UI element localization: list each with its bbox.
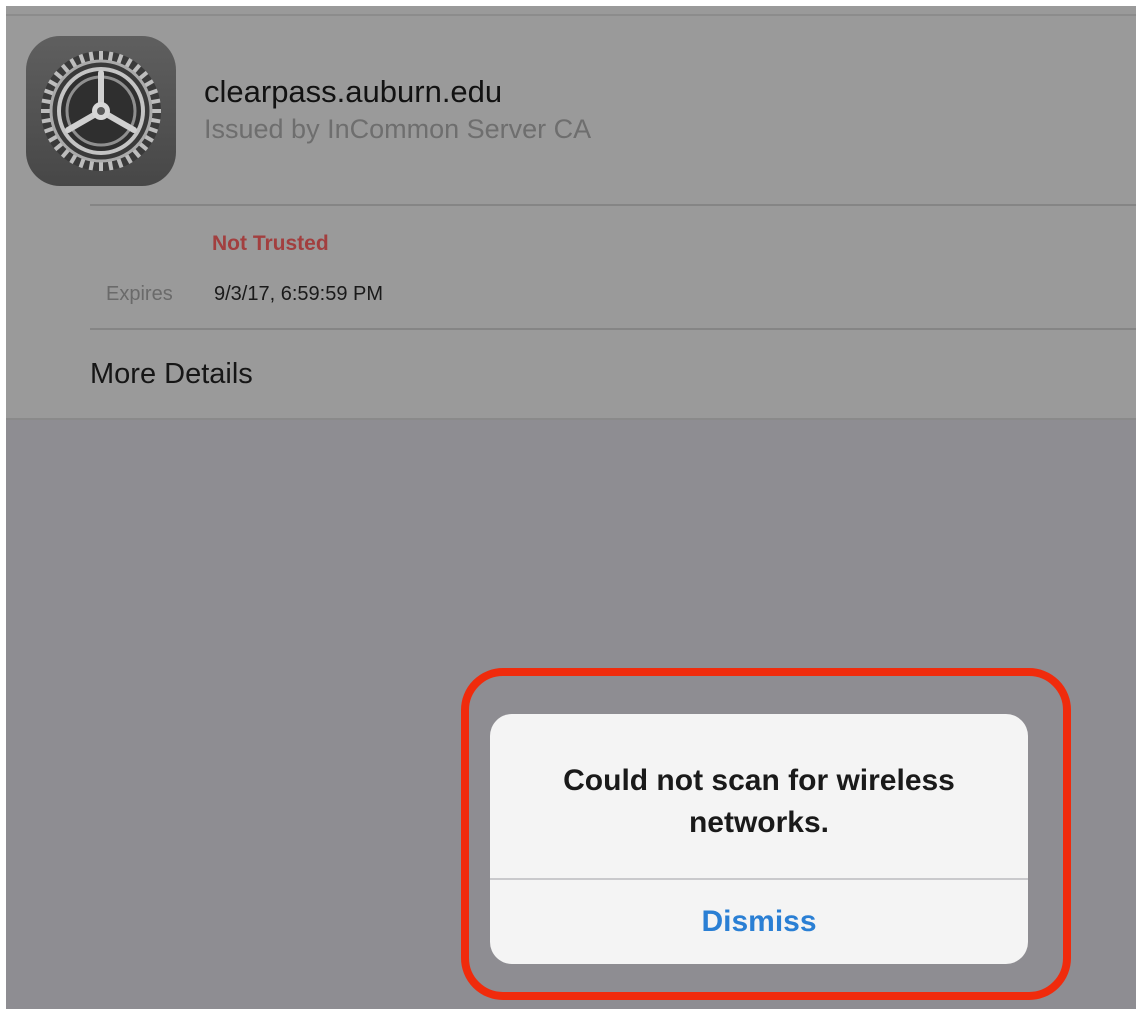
certificate-issuer: Issued by InCommon Server CA [204, 114, 592, 144]
more-details-link[interactable]: More Details [90, 358, 253, 391]
alert-dialog: Could not scan for wireless networks. Di… [490, 714, 1028, 964]
certificate-card: clearpass.auburn.edu Issued by InCommon … [6, 6, 1136, 420]
certificate-name: clearpass.auburn.edu [204, 74, 503, 109]
trust-status: Not Trusted [212, 232, 329, 255]
expires-value: 9/3/17, 6:59:59 PM [214, 283, 384, 305]
dismiss-button[interactable]: Dismiss [490, 880, 1028, 964]
divider [90, 204, 1136, 206]
expires-label: Expires [106, 283, 173, 305]
divider [90, 328, 1136, 330]
top-divider [6, 14, 1136, 16]
alert-title: Could not scan for wireless networks. [563, 764, 955, 839]
screen: clearpass.auburn.edu Issued by InCommon … [6, 6, 1136, 1009]
settings-gear-icon [26, 36, 176, 186]
